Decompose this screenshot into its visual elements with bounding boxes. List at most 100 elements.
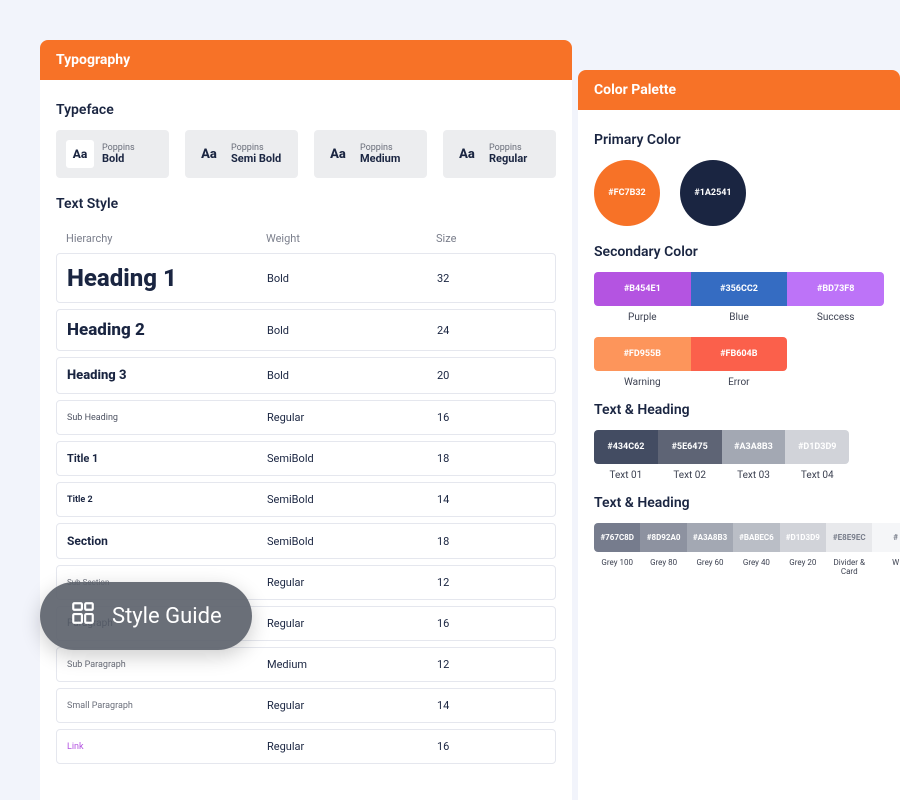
color-swatch[interactable]: #D1D3D9 <box>780 523 826 552</box>
row-hierarchy: Sub Paragraph <box>67 660 267 670</box>
primary-label: Primary Color <box>594 132 884 148</box>
col-weight: Weight <box>266 232 436 245</box>
swatch-label: Divider & Card <box>826 558 872 576</box>
row-weight: Regular <box>267 576 437 589</box>
color-swatch[interactable]: #D1D3D9 <box>785 430 849 464</box>
swatch-label: Grey 100 <box>594 558 640 576</box>
color-swatch[interactable]: #E8E9EC <box>826 523 872 552</box>
typeface-weight: Semi Bold <box>231 153 281 166</box>
swatch-label: Purple <box>594 312 691 323</box>
typeface-weight: Medium <box>360 153 400 166</box>
color-swatch-circle[interactable]: #1A2541 <box>680 160 746 226</box>
col-hierarchy: Hierarchy <box>66 232 266 245</box>
row-hierarchy: Section <box>67 534 267 548</box>
row-size: 14 <box>437 699 545 712</box>
row-weight: Regular <box>267 617 437 630</box>
row-size: 16 <box>437 740 545 753</box>
text-heading-label: Text & Heading <box>594 402 884 418</box>
swatch-bar-row: #B454E1#356CC2#BD73F8 <box>594 272 884 306</box>
typeface-weight: Bold <box>102 153 135 166</box>
swatch-label: Text 01 <box>594 470 658 481</box>
palette-title: Color Palette <box>578 70 900 110</box>
typography-title: Typography <box>40 40 572 80</box>
text-style-header: Hierarchy Weight Size <box>56 226 556 253</box>
row-size: 14 <box>437 493 545 506</box>
palette-card: Color Palette Primary Color #FC7B32 #1A25… <box>578 70 900 800</box>
typeface-item[interactable]: Aa Poppins Semi Bold <box>185 130 298 178</box>
swatch-label: W <box>872 558 900 576</box>
row-weight: SemiBold <box>267 452 437 465</box>
color-swatch[interactable]: #B454E1 <box>594 272 691 306</box>
typography-card: Typography Typeface Aa Poppins Bold Aa Po… <box>40 40 572 800</box>
text-style-row: Title 1 SemiBold 18 <box>56 441 556 476</box>
typeface-weight: Regular <box>489 153 527 166</box>
text-style-row: Heading 2 Bold 24 <box>56 309 556 351</box>
swatch-label-row: Text 01Text 02Text 03Text 04 <box>594 470 849 481</box>
color-swatch[interactable]: #FB604B <box>691 337 788 371</box>
color-swatch[interactable]: #767C8D <box>594 523 640 552</box>
swatch-label: Text 04 <box>785 470 849 481</box>
color-swatch[interactable]: #8D92A0 <box>640 523 686 552</box>
primary-row: #FC7B32 #1A2541 <box>594 160 884 226</box>
swatch-label-row: WarningError <box>594 377 787 388</box>
swatch-bar-row: #434C62#5E6475#A3A8B3#D1D3D9 <box>594 430 849 464</box>
color-swatch[interactable]: #FD955B <box>594 337 691 371</box>
text-style-row: Heading 1 Bold 32 <box>56 253 556 303</box>
row-size: 12 <box>437 576 545 589</box>
color-swatch[interactable]: #434C62 <box>594 430 658 464</box>
swatch-label: Grey 20 <box>780 558 826 576</box>
text-style-row: Link Regular 16 <box>56 729 556 764</box>
text-style-row: Heading 3 Bold 20 <box>56 357 556 394</box>
color-swatch[interactable]: #BD73F8 <box>787 272 884 306</box>
row-weight: Regular <box>267 740 437 753</box>
swatch-bar-row: #FD955B#FB604B <box>594 337 787 371</box>
text-style-row: Small Paragraph Regular 14 <box>56 688 556 723</box>
row-size: 18 <box>437 535 545 548</box>
row-weight: SemiBold <box>267 535 437 548</box>
style-guide-pill[interactable]: Style Guide <box>40 582 252 650</box>
typeface-item[interactable]: Aa Poppins Medium <box>314 130 427 178</box>
row-hierarchy: Heading 3 <box>67 368 267 383</box>
row-size: 12 <box>437 658 545 671</box>
swatch-label-row: PurpleBlueSuccess <box>594 312 884 323</box>
swatch-label: Text 03 <box>722 470 786 481</box>
grey-label: Text & Heading <box>594 495 884 511</box>
swatch-bar-row: #767C8D#8D92A0#A3A8B3#BABEC6#D1D3D9#E8E9… <box>594 523 900 552</box>
swatch-label: Success <box>787 312 884 323</box>
color-swatch[interactable]: #5E6475 <box>658 430 722 464</box>
row-weight: Medium <box>267 658 437 671</box>
typeface-label: Typeface <box>56 102 556 118</box>
color-swatch[interactable]: #356CC2 <box>691 272 788 306</box>
row-size: 32 <box>437 272 545 285</box>
row-hierarchy: Sub Heading <box>67 413 267 423</box>
typeface-item[interactable]: Aa Poppins Regular <box>443 130 556 178</box>
color-swatch[interactable]: #A3A8B3 <box>722 430 786 464</box>
row-hierarchy: Link <box>67 742 267 752</box>
row-hierarchy: Heading 2 <box>67 320 267 340</box>
color-swatch-circle[interactable]: #FC7B32 <box>594 160 660 226</box>
aa-sample: Aa <box>195 147 223 162</box>
swatch-label: Grey 80 <box>640 558 686 576</box>
textstyle-label: Text Style <box>56 196 556 212</box>
color-swatch[interactable]: #BABEC6 <box>733 523 779 552</box>
aa-sample: Aa <box>324 147 352 162</box>
grid-icon <box>70 600 96 632</box>
row-size: 18 <box>437 452 545 465</box>
swatch-label: Warning <box>594 377 691 388</box>
text-style-row: Sub Paragraph Medium 12 <box>56 647 556 682</box>
row-weight: Regular <box>267 699 437 712</box>
col-size: Size <box>436 232 546 245</box>
color-swatch[interactable]: #A3A8B3 <box>687 523 733 552</box>
swatch-label-row: Grey 100Grey 80Grey 60Grey 40Grey 20Divi… <box>594 558 900 576</box>
color-swatch[interactable]: # <box>872 523 900 552</box>
row-size: 24 <box>437 324 545 337</box>
row-weight: Regular <box>267 411 437 424</box>
row-hierarchy: Small Paragraph <box>67 701 267 711</box>
row-size: 20 <box>437 369 545 382</box>
typeface-item[interactable]: Aa Poppins Bold <box>56 130 169 178</box>
swatch-label: Error <box>691 377 788 388</box>
swatch-label: Text 02 <box>658 470 722 481</box>
row-size: 16 <box>437 617 545 630</box>
text-style-row: Section SemiBold 18 <box>56 523 556 559</box>
row-hierarchy: Title 2 <box>67 495 267 505</box>
